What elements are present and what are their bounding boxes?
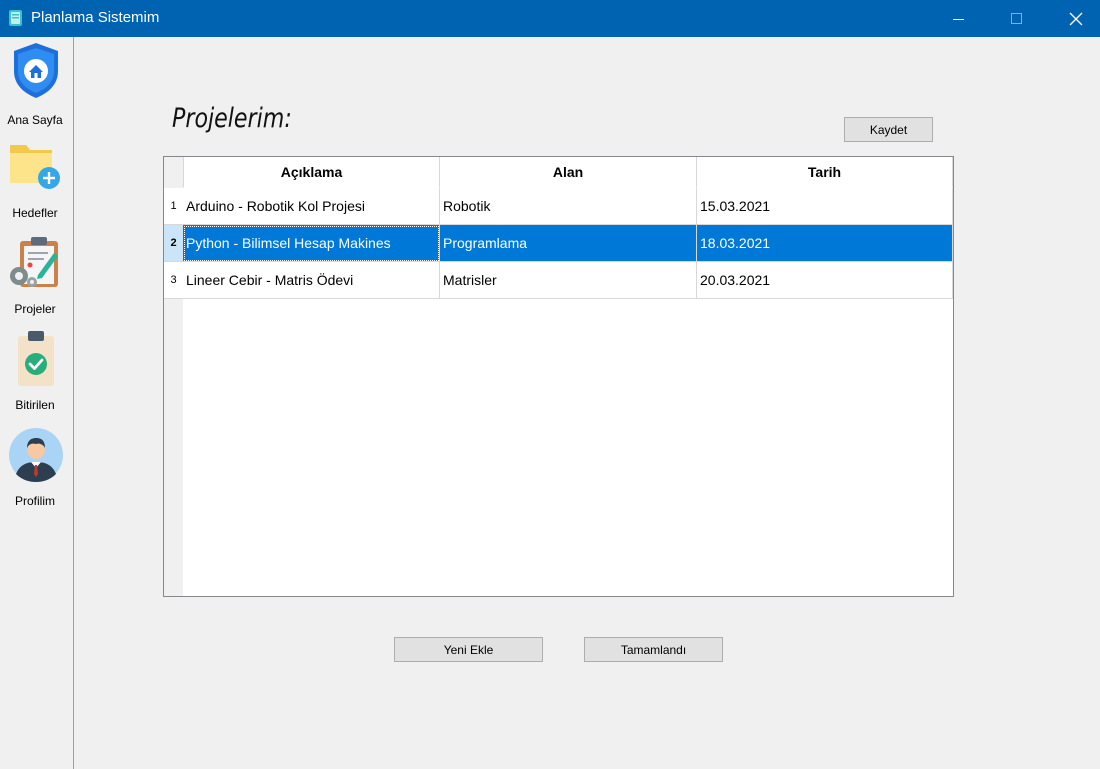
sidebar-item-profilim[interactable]: Profilim (0, 426, 73, 516)
cell-alan[interactable]: Matrisler (440, 262, 697, 299)
user-avatar-icon (9, 428, 63, 482)
column-header-tarih[interactable]: Tarih (697, 157, 953, 188)
home-shield-icon (14, 43, 58, 98)
minimize-button[interactable] (936, 0, 982, 37)
row-number[interactable]: 1 (164, 188, 183, 225)
cell-aciklama[interactable]: Arduino - Robotik Kol Projesi (183, 188, 440, 225)
row-number[interactable]: 2 (164, 225, 183, 262)
cell-aciklama[interactable]: Python - Bilimsel Hesap Makines (183, 225, 440, 262)
cell-tarih[interactable]: 15.03.2021 (697, 188, 953, 225)
column-header-aciklama[interactable]: Açıklama (183, 157, 440, 188)
sidebar-item-hedefler[interactable]: Hedefler (0, 137, 73, 227)
table-row-selected[interactable]: 2 Python - Bilimsel Hesap Makines Progra… (164, 225, 953, 262)
add-new-button[interactable]: Yeni Ekle (394, 637, 543, 662)
close-button[interactable] (1053, 0, 1099, 37)
sidebar-item-label: Profilim (14, 494, 55, 508)
sidebar-item-label: Bitirilen (15, 398, 55, 412)
sidebar-item-label: Ana Sayfa (7, 113, 63, 127)
title-bar: Planlama Sistemim (0, 0, 1100, 37)
window-title: Planlama Sistemim (31, 9, 160, 26)
mark-done-button[interactable]: Tamamlandı (584, 637, 723, 662)
page-title: Projelerim: (172, 103, 292, 134)
table-row[interactable]: 3 Lineer Cebir - Matris Ödevi Matrisler … (164, 262, 953, 299)
sidebar-item-label: Hedefler (12, 206, 58, 220)
app-icon (9, 10, 22, 26)
sidebar-item-bitirilen[interactable]: Bitirilen (0, 330, 73, 420)
sidebar-item-projeler[interactable]: Projeler (0, 235, 73, 325)
close-icon (1069, 12, 1083, 25)
sidebar: Ana Sayfa Hedefler Projeler Bitirilen Pr… (0, 37, 74, 769)
save-button[interactable]: Kaydet (844, 117, 933, 142)
folder-add-icon (10, 145, 60, 189)
column-header-alan[interactable]: Alan (440, 157, 697, 188)
sidebar-item-label: Projeler (14, 302, 56, 316)
maximize-button[interactable] (994, 0, 1040, 37)
sidebar-item-ana-sayfa[interactable]: Ana Sayfa (0, 41, 73, 131)
clipboard-check-icon (18, 331, 54, 386)
minimize-icon (953, 18, 964, 20)
projects-table[interactable]: Açıklama Alan Tarih 1 Arduino - Robotik … (163, 156, 954, 597)
row-number[interactable]: 3 (164, 262, 183, 299)
cell-alan[interactable]: Programlama (440, 225, 697, 262)
maximize-icon (1011, 12, 1022, 24)
cell-alan[interactable]: Robotik (440, 188, 697, 225)
cell-tarih[interactable]: 18.03.2021 (697, 225, 953, 262)
cell-aciklama[interactable]: Lineer Cebir - Matris Ödevi (183, 262, 440, 299)
cell-tarih[interactable]: 20.03.2021 (697, 262, 953, 299)
table-row[interactable]: 1 Arduino - Robotik Kol Projesi Robotik … (164, 188, 953, 225)
clipboard-settings-icon (10, 237, 58, 287)
